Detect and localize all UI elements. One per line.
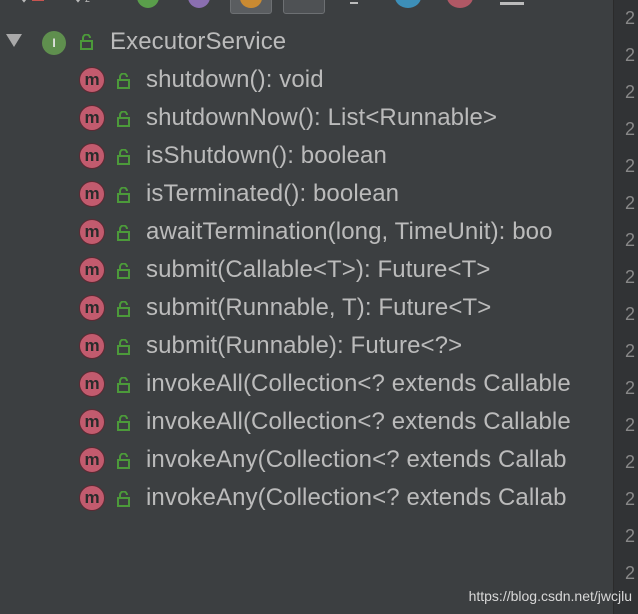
method-signature: submit(Callable<T>): Future<T> [146,256,491,283]
line-number: 2 [625,267,636,287]
lock-icon [80,34,93,50]
field-filter-icon[interactable] [137,0,159,8]
line-number: 2 [625,156,636,176]
method-signature: shutdown(): void [146,66,324,93]
interface-name: ExecutorService [110,28,287,55]
lock-icon [117,377,130,393]
line-number: 2 [625,489,636,509]
anonymous-class-icon[interactable] [395,0,421,8]
method-icon: m [79,409,105,435]
line-number: 2 [625,415,636,435]
watermark: https://blog.csdn.net/jwcjlu [468,588,632,604]
method-signature: invokeAny(Collection<? extends Callab [146,484,567,511]
method-signature: submit(Runnable): Future<?> [146,332,463,359]
method-row[interactable]: m invokeAny(Collection<? extends Callab [0,478,613,516]
editor-gutter: 2 2 2 2 2 2 2 2 2 2 2 2 2 2 2 2 [613,0,638,614]
method-icon: m [79,181,105,207]
method-signature: isShutdown(): boolean [146,142,387,169]
method-row[interactable]: m submit(Runnable, T): Future<T> [0,288,613,326]
lock-icon [117,149,130,165]
method-row[interactable]: m invokeAny(Collection<? extends Callab [0,440,613,478]
method-row[interactable]: m isShutdown(): boolean [0,136,613,174]
line-number: 2 [625,304,636,324]
line-number: 2 [625,526,636,546]
lock-icon [117,301,130,317]
lock-icon [117,187,130,203]
method-icon: m [79,105,105,131]
menu-icon[interactable] [500,2,524,5]
method-signature: submit(Runnable, T): Future<T> [146,294,492,321]
method-icon: m [79,485,105,511]
line-number: 2 [625,452,636,472]
lock-icon [117,73,130,89]
expand-arrow-icon[interactable] [6,34,22,47]
line-number: 2 [625,341,636,361]
tree-root-row[interactable]: I ExecutorService [0,22,613,60]
method-icon: m [79,295,105,321]
lock-icon [117,339,130,355]
interface-badge-letter: I [52,36,56,50]
line-number: 2 [625,82,636,102]
property-filter-icon[interactable] [188,0,210,8]
sort-alpha-icon[interactable]: z [72,0,96,4]
lock-icon [117,225,130,241]
lock-icon [117,415,130,431]
method-row[interactable]: m submit(Runnable): Future<?> [0,326,613,364]
method-icon: m [79,333,105,359]
method-row[interactable]: m submit(Callable<T>): Future<T> [0,250,613,288]
line-number: 2 [625,45,636,65]
line-number: 2 [625,563,636,583]
lock-icon [117,453,130,469]
method-row[interactable]: m isTerminated(): boolean [0,174,613,212]
method-icon: m [79,67,105,93]
method-signature: invokeAll(Collection<? extends Callable [146,408,571,435]
sort-visibility-icon[interactable] [18,0,46,4]
method-row[interactable]: m awaitTermination(long, TimeUnit): boo [0,212,613,250]
collapse-icon[interactable] [350,2,358,4]
lock-icon [117,491,130,507]
method-signature: shutdownNow(): List<Runnable> [146,104,498,131]
line-number: 2 [625,378,636,398]
method-signature: awaitTermination(long, TimeUnit): boo [146,218,553,245]
svg-text:z: z [85,0,90,4]
structure-toolbar: z [0,0,612,14]
method-signature: isTerminated(): boolean [146,180,400,207]
lock-icon [117,111,130,127]
method-filter-icon[interactable] [447,0,473,8]
method-icon: m [79,143,105,169]
method-row[interactable]: m invokeAll(Collection<? extends Callable [0,402,613,440]
line-number: 2 [625,119,636,139]
method-icon: m [79,371,105,397]
method-icon: m [79,447,105,473]
method-row[interactable]: m shutdown(): void [0,60,613,98]
interface-icon: I [42,31,66,55]
method-icon: m [79,257,105,283]
line-number: 2 [625,230,636,250]
method-signature: invokeAll(Collection<? extends Callable [146,370,571,397]
method-row[interactable]: m shutdownNow(): List<Runnable> [0,98,613,136]
lock-icon [117,263,130,279]
line-number: 2 [625,8,636,28]
method-signature: invokeAny(Collection<? extends Callab [146,446,567,473]
method-icon: m [79,219,105,245]
show-lambdas-toggle[interactable] [283,0,325,14]
method-row[interactable]: m invokeAll(Collection<? extends Callable [0,364,613,402]
line-number: 2 [625,193,636,213]
